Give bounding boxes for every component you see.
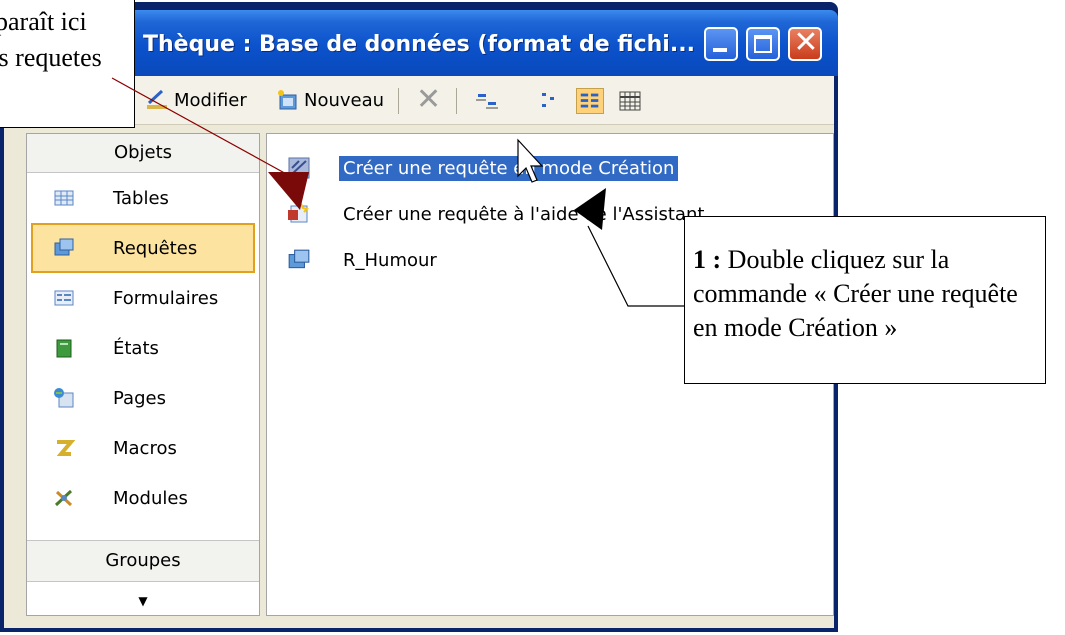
new-button[interactable]: Nouveau [276, 86, 384, 114]
nav-item-label: Pages [113, 387, 166, 409]
details-view-icon[interactable] [616, 88, 644, 114]
new-query-icon [278, 90, 297, 110]
report-icon [56, 339, 72, 358]
list-view-icon[interactable] [576, 88, 604, 114]
groups-header[interactable]: Groupes [27, 540, 259, 582]
callout-top-left: paraît ici es requetes [0, 0, 135, 128]
minimize-button[interactable] [704, 27, 738, 61]
chevron-down-icon[interactable]: ▼ [27, 581, 259, 615]
nav-item-label: Formulaires [113, 287, 219, 309]
maximize-button[interactable] [746, 27, 780, 61]
nav-item-forms[interactable]: Formulaires [27, 273, 259, 323]
query-icon [288, 249, 310, 269]
design-view-icon [288, 157, 310, 179]
modify-button[interactable]: Modifier [146, 86, 247, 114]
modify-label: Modifier [174, 89, 247, 111]
nav-item-label: Modules [113, 487, 188, 509]
callout-instruction-text: Double cliquez sur la commande « Créer u… [693, 245, 1018, 342]
list-item-label: Créer une requête à l'aide de l'Assistan… [343, 203, 705, 225]
page-icon [54, 388, 74, 408]
callout-line-2: es requetes [0, 43, 102, 72]
minimize-icon [713, 48, 727, 52]
callout-step-number: 1 : [693, 245, 722, 274]
large-icons-view-icon[interactable] [474, 88, 502, 114]
list-item[interactable]: R_Humour [287, 244, 441, 276]
close-button[interactable]: ✕ [788, 25, 822, 61]
small-icons-view-icon[interactable] [536, 88, 564, 114]
nav-item-macros[interactable]: Macros [27, 423, 259, 473]
query-icon [54, 238, 74, 256]
maximize-icon [754, 35, 772, 53]
list-item-label: Créer une requête en mode Création [339, 155, 679, 181]
window-title: Thèque : Base de données (format de fich… [143, 32, 695, 57]
objects-header[interactable]: Objets [27, 134, 259, 173]
nav-item-queries[interactable]: Requêtes [31, 223, 255, 273]
module-icon [54, 489, 73, 507]
new-label: Nouveau [304, 89, 385, 111]
list-item[interactable]: Créer une requête en mode Création [287, 152, 679, 184]
objects-bar: Objets Tables Requêtes Formulaires États… [26, 133, 260, 616]
nav-item-tables[interactable]: Tables [27, 173, 259, 223]
table-icon [54, 190, 74, 206]
list-item[interactable]: Créer une requête à l'aide de l'Assistan… [287, 198, 708, 230]
nav-item-pages[interactable]: Pages [27, 373, 259, 423]
macro-icon [56, 440, 75, 456]
close-icon: ✕ [793, 25, 819, 60]
form-icon [54, 290, 74, 306]
nav-item-modules[interactable]: Modules [27, 473, 259, 523]
nav-item-reports[interactable]: États [27, 323, 259, 373]
nav-item-label: Tables [113, 187, 169, 209]
toolbar-separator [456, 88, 457, 114]
nav-item-label: Requêtes [113, 237, 198, 259]
nav-item-label: États [113, 337, 159, 359]
callout-line-1: paraît ici [0, 7, 87, 36]
nav-item-label: Macros [113, 437, 177, 459]
list-item-label: R_Humour [343, 249, 437, 271]
delete-icon[interactable]: ✕ [416, 85, 441, 115]
ruler-pencil-icon [147, 89, 167, 109]
toolbar-separator [398, 88, 399, 114]
wizard-icon [288, 203, 309, 223]
callout-instruction: 1 : Double cliquez sur la commande « Cré… [684, 216, 1046, 384]
